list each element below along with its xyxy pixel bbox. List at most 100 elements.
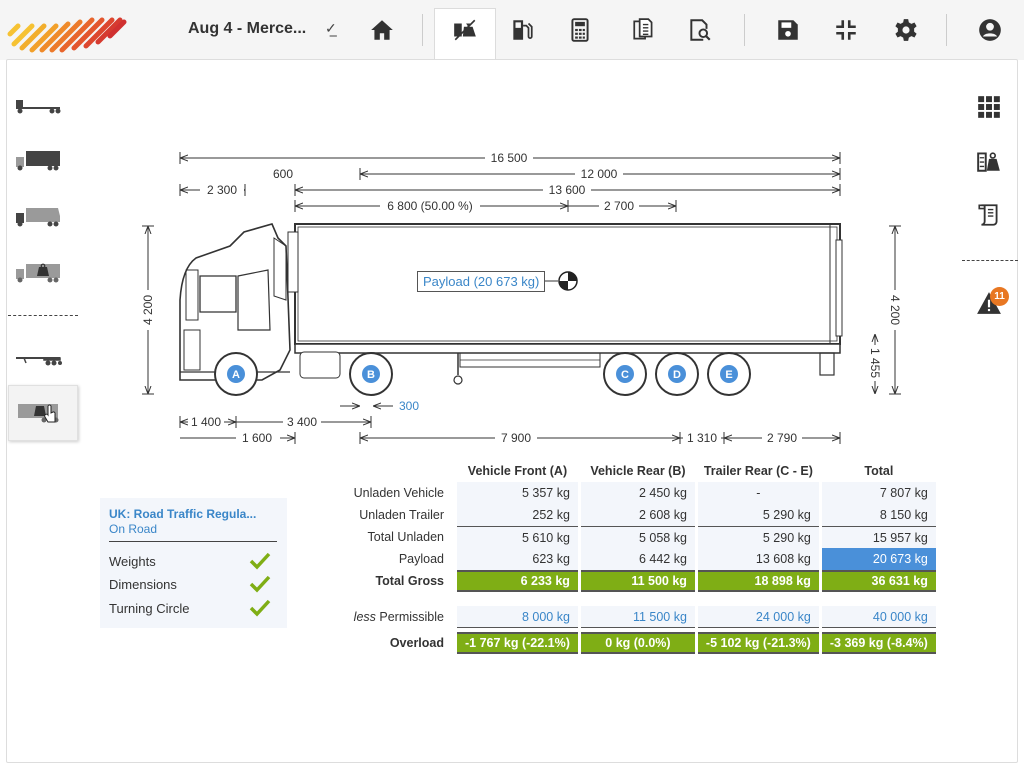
report-button[interactable] (970, 198, 1008, 232)
table-cell: 5 058 kg (580, 526, 695, 548)
user-icon (979, 19, 1001, 41)
gear-icon (895, 19, 917, 41)
table-cell[interactable]: 11 500 kg (580, 606, 695, 628)
compress-button[interactable] (826, 10, 866, 50)
column-header: Total (864, 464, 894, 478)
table-cell: 5 610 kg (457, 526, 578, 548)
table-cell[interactable]: 6 442 kg (580, 548, 695, 570)
table-cell: 252 kg (457, 504, 578, 526)
calculator-icon (571, 18, 589, 42)
compliance-check-row: Dimensions (109, 574, 279, 594)
payload-label[interactable]: Payload (20 673 kg) (417, 271, 546, 292)
row-label: Payload (398, 552, 444, 566)
compliance-check-row: Turning Circle (109, 598, 279, 618)
row-label: Unladen Trailer (359, 508, 444, 522)
table-row: Unladen Trailer 252 kg 2 608 kg 5 290 kg… (338, 504, 936, 526)
document-title[interactable]: Aug 4 - Merce... (188, 20, 306, 38)
sidebar-item-rigid-body[interactable] (12, 142, 64, 178)
sidebar-item-trailer-payload[interactable] (12, 394, 64, 430)
documents-button[interactable] (624, 10, 664, 50)
sidebar-divider (962, 260, 1018, 261)
row-label: Unladen Vehicle (353, 486, 444, 500)
weights-table: Vehicle Front (A) Vehicle Rear (B) Trail… (335, 460, 939, 654)
weight-summary-button[interactable] (970, 144, 1008, 178)
table-cell: 5 290 kg (697, 504, 819, 526)
table-cell: 36 631 kg (821, 570, 936, 592)
sidebar-item-tipper-body[interactable] (12, 198, 64, 234)
table-cell: 5 357 kg (457, 482, 578, 504)
check-mark-icon (249, 552, 271, 570)
table-cell: -1 767 kg (-22.1%) (457, 632, 578, 654)
compliance-subtitle: On Road (109, 522, 158, 536)
truck-tipper-icon (16, 208, 60, 227)
document-search-icon (690, 19, 711, 41)
table-cell[interactable]: 13 608 kg (697, 548, 819, 570)
save-button[interactable] (768, 10, 808, 50)
compliance-check-row: Weights (109, 551, 279, 571)
table-cell: 18 898 kg (697, 570, 819, 592)
truck-weight-icon (454, 19, 476, 41)
calculator-button[interactable] (560, 10, 600, 50)
table-cell: 15 957 kg (821, 526, 936, 548)
check-mark-underline-icon[interactable]: ✓̲ (325, 20, 337, 37)
settings-button[interactable] (886, 10, 926, 50)
table-cell[interactable]: 8 000 kg (457, 606, 578, 628)
toolbar-separator (744, 14, 745, 46)
top-bar: Aug 4 - Merce... ✓̲ (0, 0, 1024, 62)
sidebar-item-chassis[interactable] (12, 86, 64, 122)
table-cell[interactable]: 24 000 kg (697, 606, 819, 628)
row-label: less Permissible (338, 606, 454, 628)
row-label: Total Unladen (367, 530, 444, 544)
table-cell[interactable]: 623 kg (457, 548, 578, 570)
table-cell: -3 369 kg (-8.4%) (821, 632, 936, 654)
table-cell: 5 290 kg (697, 526, 819, 548)
compliance-divider (109, 541, 277, 542)
home-icon (371, 20, 393, 40)
documents-icon (633, 18, 653, 40)
toolbar-separator (422, 14, 423, 46)
account-button[interactable] (970, 10, 1010, 50)
compliance-check-label: Turning Circle (109, 601, 190, 616)
truck-payload-icon (16, 263, 60, 283)
trailer-payload-icon (18, 404, 59, 423)
fuel-button[interactable] (502, 10, 542, 50)
fuel-pump-icon (513, 20, 533, 40)
table-cell: 8 150 kg (821, 504, 936, 526)
table-cell: 6 233 kg (457, 570, 578, 592)
weights-button[interactable] (445, 10, 485, 50)
column-header: Vehicle Rear (B) (590, 464, 686, 478)
table-cell: -5 102 kg (-21.3%) (697, 632, 819, 654)
save-icon (778, 20, 798, 40)
table-cell: 0 kg (0.0%) (580, 632, 695, 654)
compress-icon (836, 20, 856, 40)
table-row: less Permissible 8 000 kg 11 500 kg 24 0… (338, 606, 936, 628)
toolbar-separator (946, 14, 947, 46)
grid-icon (978, 96, 1000, 118)
row-label: Total Gross (375, 574, 444, 588)
column-header: Trailer Rear (C - E) (703, 464, 813, 478)
table-cell: 2 608 kg (580, 504, 695, 526)
row-label: Overload (389, 636, 444, 650)
row-label-prefix: less (353, 610, 376, 624)
table-row: Total Unladen 5 610 kg 5 058 kg 5 290 kg… (338, 526, 936, 548)
table-header-row: Vehicle Front (A) Vehicle Rear (B) Trail… (338, 460, 936, 482)
table-cell[interactable]: 40 000 kg (821, 606, 936, 628)
sidebar-item-trailer-chassis[interactable] (12, 338, 64, 374)
sidebar-item-truck-payload[interactable] (12, 254, 64, 290)
table-cell: - (697, 482, 819, 504)
table-cell-highlighted[interactable]: 20 673 kg (821, 548, 936, 570)
table-cell: 7 807 kg (821, 482, 936, 504)
table-row: Unladen Vehicle 5 357 kg 2 450 kg - 7 80… (338, 482, 936, 504)
app-logo (7, 17, 127, 53)
home-button[interactable] (362, 10, 402, 50)
content-frame (6, 59, 1018, 763)
compliance-title[interactable]: UK: Road Traffic Regula... (109, 507, 281, 521)
compliance-panel: UK: Road Traffic Regula... On Road Weigh… (100, 498, 287, 628)
apps-button[interactable] (970, 90, 1008, 124)
compliance-check-label: Dimensions (109, 577, 177, 592)
table-cell: 11 500 kg (580, 570, 695, 592)
row-label-text: Permissible (379, 610, 444, 624)
report-preview-button[interactable] (680, 10, 720, 50)
column-header: Vehicle Front (A) (467, 464, 568, 478)
table-row: Payload 623 kg 6 442 kg 13 608 kg 20 673… (338, 548, 936, 570)
